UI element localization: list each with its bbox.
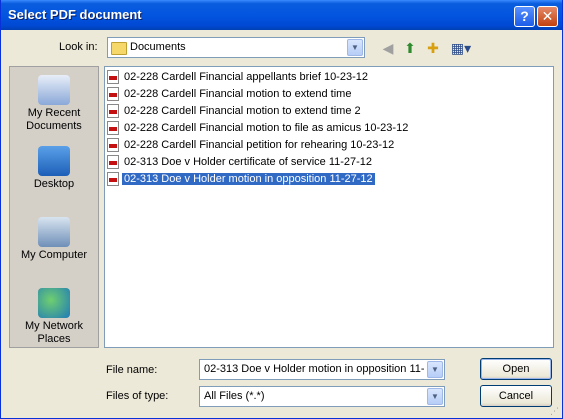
place-desktop[interactable]: Desktop [10,146,98,191]
pdf-file-icon [107,70,119,84]
place-label: My Computer [20,249,88,261]
my-computer-icon [38,217,70,247]
place-label: My Network Places [24,320,84,345]
look-in-dropdown[interactable]: Documents ▼ [107,37,365,58]
file-type-value: All Files (*.*) [204,390,265,402]
pdf-file-icon [107,172,119,186]
place-recent-documents[interactable]: My Recent Documents [10,75,98,133]
list-item[interactable]: 02-228 Cardell Financial motion to exten… [107,87,353,102]
chevron-down-icon[interactable]: ▼ [427,388,443,405]
file-name: 02-228 Cardell Financial motion to exten… [124,88,352,100]
dialog-title: Select PDF document [8,7,142,22]
places-bar: My Recent Documents Desktop My Computer … [9,66,99,348]
file-list[interactable]: 02-228 Cardell Financial appellants brie… [104,66,554,348]
file-type-select[interactable]: All Files (*.*) ▼ [199,386,445,407]
list-item[interactable]: 02-228 Cardell Financial petition for re… [107,138,396,153]
file-name: 02-228 Cardell Financial motion to exten… [124,105,361,117]
file-name-value: 02-313 Doe v Holder motion in opposition… [204,363,424,375]
network-places-icon [38,288,70,318]
list-item[interactable]: 02-313 Doe v Holder certificate of servi… [107,155,374,170]
up-folder-icon[interactable]: ⬆ [401,39,419,57]
pdf-file-icon [107,104,119,118]
list-item-selected[interactable]: 02-313 Doe v Holder motion in opposition… [107,172,376,187]
place-label: Desktop [33,178,75,190]
new-folder-icon[interactable]: ✚ [424,39,442,57]
file-type-label: Files of type: [106,390,169,402]
pdf-file-icon [107,121,119,135]
desktop-icon [38,146,70,176]
file-name-label: File name: [106,364,158,376]
file-name: 02-313 Doe v Holder motion in opposition… [121,172,376,186]
pdf-file-icon [107,87,119,101]
views-menu-icon[interactable]: ▦▾ [450,39,472,57]
place-label: My Recent Documents [26,107,82,132]
file-name-input[interactable]: 02-313 Doe v Holder motion in opposition… [199,359,445,380]
list-item[interactable]: 02-228 Cardell Financial motion to file … [107,121,410,136]
pdf-file-icon [107,138,119,152]
list-item[interactable]: 02-228 Cardell Financial motion to exten… [107,104,363,119]
select-pdf-dialog: Select PDF document ? ✕ Look in: Documen… [0,0,563,419]
recent-documents-icon [38,75,70,105]
pdf-file-icon [107,155,119,169]
place-my-computer[interactable]: My Computer [10,217,98,262]
file-name: 02-228 Cardell Financial appellants brie… [124,71,368,83]
help-button[interactable]: ? [514,6,535,27]
cancel-button[interactable]: Cancel [480,385,552,407]
title-bar[interactable]: Select PDF document ? ✕ [1,0,562,30]
look-in-value: Documents [130,41,186,53]
list-item[interactable]: 02-228 Cardell Financial appellants brie… [107,70,370,85]
chevron-down-icon[interactable]: ▼ [427,361,443,378]
folder-icon [111,42,127,55]
look-in-label: Look in: [59,41,98,53]
place-network-places[interactable]: My Network Places [10,288,98,346]
chevron-down-icon[interactable]: ▼ [347,39,363,56]
close-button[interactable]: ✕ [537,6,558,27]
open-button[interactable]: Open [480,358,552,380]
file-name: 02-228 Cardell Financial petition for re… [124,139,395,151]
file-name: 02-313 Doe v Holder certificate of servi… [124,156,373,168]
file-name: 02-228 Cardell Financial motion to file … [124,122,409,134]
back-icon[interactable]: ◀ [379,39,397,57]
resize-grip-icon[interactable]: ⋰ [550,406,560,416]
